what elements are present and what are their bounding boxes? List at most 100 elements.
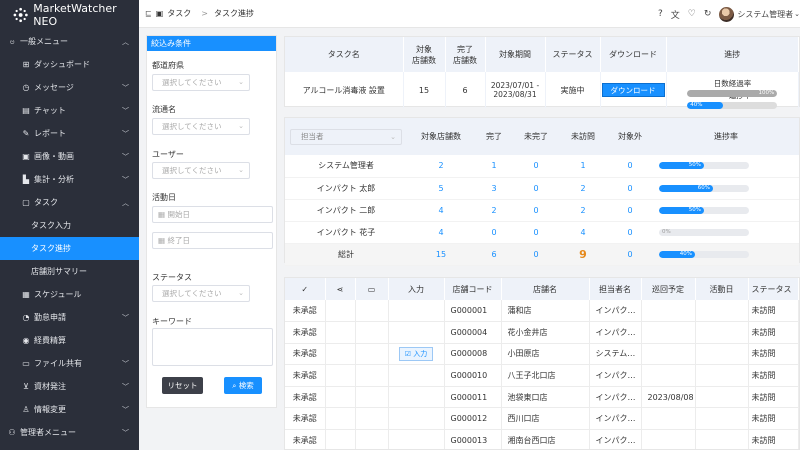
excluded-count[interactable]: 0 (607, 243, 653, 266)
share-cell (325, 321, 356, 344)
rate-progress-fill: 60% (659, 184, 713, 192)
check-icon[interactable]: ✓ (301, 285, 308, 294)
comment-icon[interactable]: ▭ (368, 285, 376, 294)
sidebar-item-5[interactable]: ▣ 画像・動画 ﹀ (0, 145, 139, 168)
sidebar-item-14[interactable]: ▭ ファイル共有 ﹀ (0, 352, 139, 375)
sidebar-item-9[interactable]: タスク進捗 (0, 237, 139, 260)
target-count[interactable]: 15 (407, 243, 475, 266)
edit-icon: ☑ (404, 349, 414, 358)
sidebar-item-label: ファイル共有 (34, 359, 82, 368)
unvisited-count[interactable]: 9 (559, 243, 607, 266)
user-name[interactable]: システム管理者 (737, 9, 793, 20)
undone-count[interactable]: 0 (513, 177, 559, 200)
menu-toggle-icon[interactable]: ⊑ (145, 9, 152, 18)
target-count[interactable]: 2 (407, 155, 475, 178)
bell-icon[interactable]: ♡ (688, 9, 696, 19)
table-row[interactable]: 未承認 G000010 八王子北口店 インパク… 未訪問 (285, 364, 799, 387)
sidebar-item-15[interactable]: ⊻ 資材発注 ﹀ (0, 375, 139, 398)
table-row[interactable]: 未承認 G000013 湘南台西口店 インパク… 未訪問 (285, 429, 799, 449)
end-date-input[interactable]: ▦ 終了日 (152, 232, 273, 249)
sidebar-item-17[interactable]: ⚇ 管理者メニュー ﹀ (0, 421, 139, 444)
table-row[interactable]: 未承認 ☑ 入力 G000008 小田原店 システム… 未訪問 (285, 343, 799, 366)
help-icon[interactable]: ? (658, 9, 663, 19)
done-count[interactable]: 6 (475, 243, 513, 266)
sidebar-item-13[interactable]: ◉ 経費精算 (0, 329, 139, 352)
sidebar-item-label: メッセージ (34, 83, 74, 92)
user-select[interactable]: 選択してください ⌄ (152, 162, 250, 179)
share-cell (325, 300, 356, 323)
excluded-count[interactable]: 0 (607, 221, 653, 244)
sidebar-item-2[interactable]: ◷ メッセージ ﹀ (0, 76, 139, 99)
reset-button[interactable]: リセット (162, 377, 203, 394)
share-cell (325, 364, 356, 387)
excluded-count[interactable]: 0 (607, 155, 653, 178)
channel-select[interactable]: 選択してください ⌄ (152, 118, 250, 135)
assignee-select[interactable]: 担当者 ⌄ (290, 128, 402, 145)
table-row[interactable]: 未承認 G000012 西川口店 インパク… 未訪問 (285, 407, 799, 431)
sidebar-item-7[interactable]: ▢ タスク ︿ (0, 191, 139, 214)
unvisited-count[interactable]: 1 (559, 155, 607, 178)
task-name: アルコール消毒液 設置 (285, 72, 404, 108)
logo-icon (13, 7, 28, 23)
target-count[interactable]: 5 (407, 177, 475, 200)
done-count[interactable]: 3 (475, 177, 513, 200)
unvisited-count[interactable]: 2 (559, 177, 607, 200)
assignee-name: インパク… (589, 429, 642, 449)
share-icon[interactable]: ⋖ (337, 285, 344, 294)
assignee-select-cell: 担当者 ⌄ (285, 118, 407, 155)
excluded-count[interactable]: 0 (607, 177, 653, 200)
done-count[interactable]: 2 (475, 199, 513, 222)
undone-count[interactable]: 0 (513, 221, 559, 244)
table-row[interactable]: 未承認 G000001 蒲和店 インパク… 未訪問 (285, 300, 799, 323)
sidebar-item-6[interactable]: ▙ 集計・分析 ﹀ (0, 168, 139, 191)
sidebar-item-11[interactable]: ▦ スケジュール (0, 283, 139, 306)
table-row[interactable]: 未承認 G000004 花小金井店 インパク… 未訪問 (285, 321, 799, 344)
grid-icon: ⊞ (22, 60, 30, 69)
rate-progress-bar: 60% (659, 184, 749, 192)
unvisited-count[interactable]: 2 (559, 199, 607, 222)
undone-count[interactable]: 0 (513, 155, 559, 178)
chevron-down-icon[interactable]: ⌄ (794, 10, 800, 18)
top-bar-actions: ? 文 ♡ ↻ システム管理者 ⌄ (658, 0, 800, 28)
sidebar-item-4[interactable]: ✎ レポート ﹀ (0, 122, 139, 145)
comment-cell (355, 300, 389, 323)
search-button[interactable]: ⌕ 検索 (224, 377, 262, 394)
sidebar-item-8[interactable]: タスク入力 (0, 214, 139, 237)
store-code: G000010 (444, 364, 502, 387)
planned-date (641, 364, 696, 387)
status-select[interactable]: 選択してください ⌄ (152, 285, 250, 302)
unvisited-count[interactable]: 4 (559, 221, 607, 244)
search-icon: ⌕ (232, 381, 237, 390)
translate-icon[interactable]: 文 (671, 8, 680, 21)
sidebar-item-3[interactable]: ▤ チャット ﹀ (0, 99, 139, 122)
input-cell (388, 321, 445, 344)
sidebar-item-16[interactable]: ♙ 情報変更 ﹀ (0, 398, 139, 421)
rate-cell: 50% (653, 155, 799, 178)
done-count[interactable]: 1 (475, 155, 513, 178)
table-row[interactable]: 未承認 G000011 池袋東口店 インパク… 2023/08/08 未訪問 (285, 386, 799, 409)
target-count[interactable]: 4 (407, 221, 475, 244)
breadcrumb-parent[interactable]: タスク (167, 8, 191, 19)
input-button[interactable]: ☑ 入力 (398, 346, 434, 361)
sidebar-item-12[interactable]: ◔ 勤怠申請 ﹀ (0, 306, 139, 329)
rate-cell: 0% (653, 221, 799, 244)
days-label: 日数経過率 (713, 79, 752, 88)
refresh-icon[interactable]: ↻ (704, 9, 712, 19)
avatar[interactable] (719, 6, 735, 22)
sidebar-item-10[interactable]: 店舗別サマリー (0, 260, 139, 283)
keyword-textarea[interactable] (152, 328, 273, 366)
download-button[interactable]: ダウンロード (601, 83, 665, 97)
target-count[interactable]: 4 (407, 199, 475, 222)
done-count[interactable]: 0 (475, 221, 513, 244)
comment-cell (355, 321, 389, 344)
start-date-input[interactable]: ▦ 開始日 (152, 206, 273, 223)
undone-count[interactable]: 0 (513, 243, 559, 266)
undone-count[interactable]: 0 (513, 199, 559, 222)
sidebar: MarketWatcher NEO ဗ 一般メニュー ︿ ⊞ ダッシュボード ◷ メッセージ… (0, 0, 139, 450)
filter-title: 絞込み条件 (147, 36, 276, 51)
sidebar-item-1[interactable]: ⊞ ダッシュボード (0, 53, 139, 76)
app-logo[interactable]: MarketWatcher NEO (0, 0, 139, 30)
excluded-count[interactable]: 0 (607, 199, 653, 222)
sidebar-item-0[interactable]: ဗ 一般メニュー ︿ (0, 30, 139, 53)
prefecture-select[interactable]: 選択してください ⌄ (152, 74, 250, 91)
